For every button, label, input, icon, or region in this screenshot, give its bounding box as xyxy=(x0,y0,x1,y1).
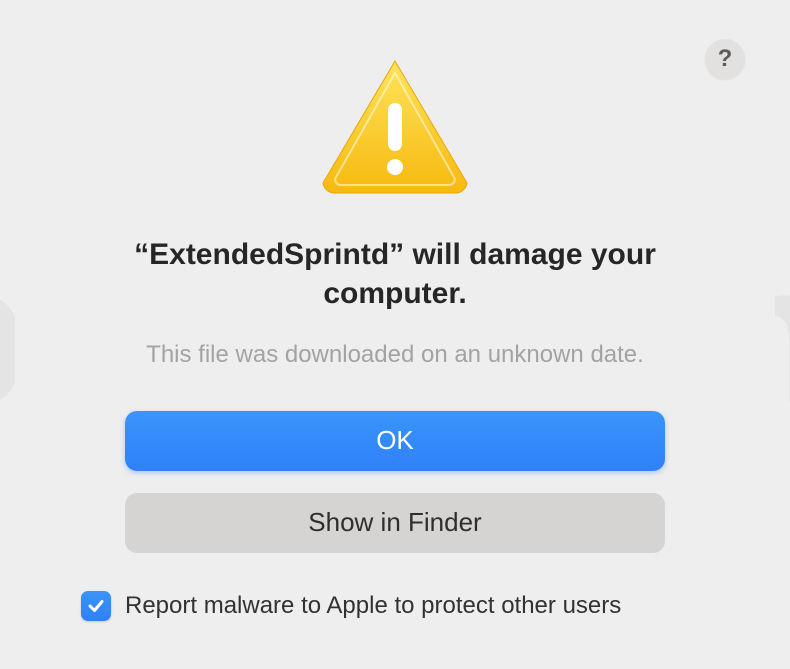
help-button[interactable]: ? xyxy=(705,39,745,79)
alert-subtext: This file was downloaded on an unknown d… xyxy=(146,341,644,369)
show-in-finder-button[interactable]: Show in Finder xyxy=(125,493,665,553)
alert-dialog: ? “ExtendedSprintd” will damage your com… xyxy=(15,11,775,659)
report-malware-row: Report malware to Apple to protect other… xyxy=(81,591,621,621)
checkmark-icon xyxy=(86,596,106,616)
report-malware-checkbox[interactable] xyxy=(81,591,111,621)
warning-icon xyxy=(315,55,475,195)
help-icon: ? xyxy=(718,45,733,73)
report-malware-label: Report malware to Apple to protect other… xyxy=(125,592,621,620)
button-stack: OK Show in Finder xyxy=(125,411,665,553)
alert-headline: “ExtendedSprintd” will damage your compu… xyxy=(75,235,715,313)
ok-button[interactable]: OK xyxy=(125,411,665,471)
